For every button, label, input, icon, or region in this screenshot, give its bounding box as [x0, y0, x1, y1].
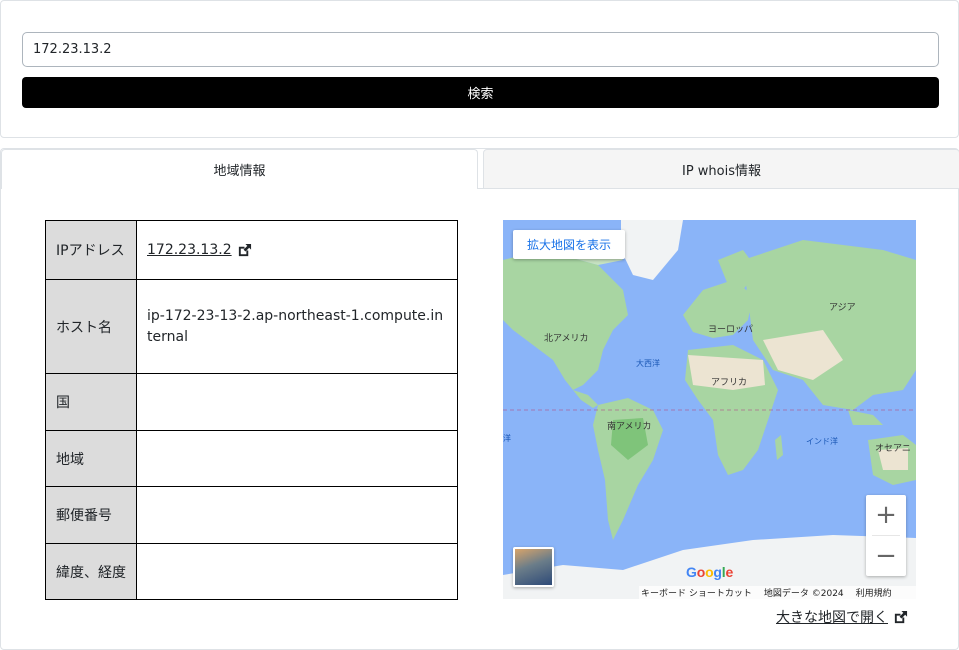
- google-logo-letter: e: [725, 564, 734, 580]
- zoom-controls: + −: [866, 495, 906, 576]
- ip-address-link[interactable]: 172.23.13.2: [147, 242, 252, 258]
- table-row: 郵便番号: [45, 486, 458, 544]
- region-info-table: IPアドレス 172.23.13.2 ホスト名 ip-172-23-13-2.a…: [45, 220, 458, 600]
- region-label: 地域: [45, 430, 137, 487]
- world-map-graphic: [503, 220, 916, 599]
- map-data-attribution: 地図データ ©2024: [763, 589, 844, 599]
- open-large-map-link[interactable]: 大きな地図で開く: [776, 607, 908, 627]
- table-row: 国: [45, 373, 458, 431]
- terms-link[interactable]: 利用規約: [856, 586, 892, 599]
- tab-divider: [478, 188, 959, 189]
- enlarge-map-button[interactable]: 拡大地図を表示: [513, 230, 626, 259]
- search-card: 検索: [0, 0, 959, 138]
- map-label-south-america: 南アメリカ: [607, 422, 652, 432]
- tab-ip-whois[interactable]: IP whois情報: [483, 149, 959, 189]
- lat-lng-label: 緯度、経度: [45, 543, 137, 600]
- map-attribution-bar: キーボード ショートカット 地図データ ©2024 利用規約: [639, 586, 916, 599]
- external-link-icon: [893, 610, 908, 625]
- zoom-in-button[interactable]: +: [866, 495, 906, 535]
- zoom-out-button[interactable]: −: [866, 536, 906, 576]
- ip-address-value: 172.23.13.2: [147, 242, 232, 258]
- map-label-indian-ocean: インド洋: [806, 437, 838, 446]
- map-label-pacific: 洋: [503, 434, 511, 443]
- postal-code-label: 郵便番号: [45, 486, 137, 544]
- external-link-icon: [237, 243, 252, 258]
- table-row: 緯度、経度: [45, 543, 458, 600]
- lat-lng-value: [136, 543, 458, 600]
- google-logo-letter: G: [686, 564, 697, 580]
- table-row: ホスト名 ip-172-23-13-2.ap-northeast-1.compu…: [45, 279, 458, 374]
- keyboard-shortcuts-link[interactable]: キーボード ショートカット: [641, 586, 752, 599]
- google-logo-letter: o: [696, 564, 706, 580]
- region-value: [136, 430, 458, 487]
- tabs-card: 地域情報 IP whois情報 IPアドレス 172.23.13.2 ホスト名 …: [0, 148, 959, 650]
- satellite-toggle-button[interactable]: [513, 547, 554, 587]
- google-logo: Google: [686, 564, 733, 580]
- map-label-europe: ヨーロッパ: [708, 325, 754, 335]
- ip-search-input[interactable]: [22, 32, 939, 67]
- map-label-asia: アジア: [829, 303, 856, 313]
- postal-code-value: [136, 486, 458, 544]
- country-label: 国: [45, 373, 137, 431]
- google-logo-letter: g: [713, 564, 722, 580]
- ip-address-label: IPアドレス: [45, 220, 137, 280]
- map-label-atlantic: 大西洋: [636, 359, 660, 368]
- embedded-map[interactable]: 拡大地図を表示 北アメリカ ヨーロッパ アジア アフリカ 南アメリカ 大西洋 イ…: [503, 220, 916, 599]
- table-row: IPアドレス 172.23.13.2: [45, 220, 458, 280]
- table-row: 地域: [45, 430, 458, 487]
- search-button[interactable]: 検索: [22, 77, 939, 108]
- open-large-map-label: 大きな地図で開く: [776, 610, 888, 626]
- tab-region-info[interactable]: 地域情報: [1, 149, 478, 189]
- map-label-oceania: オセアニ: [875, 444, 911, 454]
- ip-address-cell: 172.23.13.2: [136, 220, 458, 280]
- country-value: [136, 373, 458, 431]
- map-label-africa: アフリカ: [711, 378, 748, 388]
- map-label-north-america: 北アメリカ: [544, 334, 589, 344]
- hostname-value: ip-172-23-13-2.ap-northeast-1.compute.in…: [136, 279, 458, 374]
- hostname-label: ホスト名: [45, 279, 137, 374]
